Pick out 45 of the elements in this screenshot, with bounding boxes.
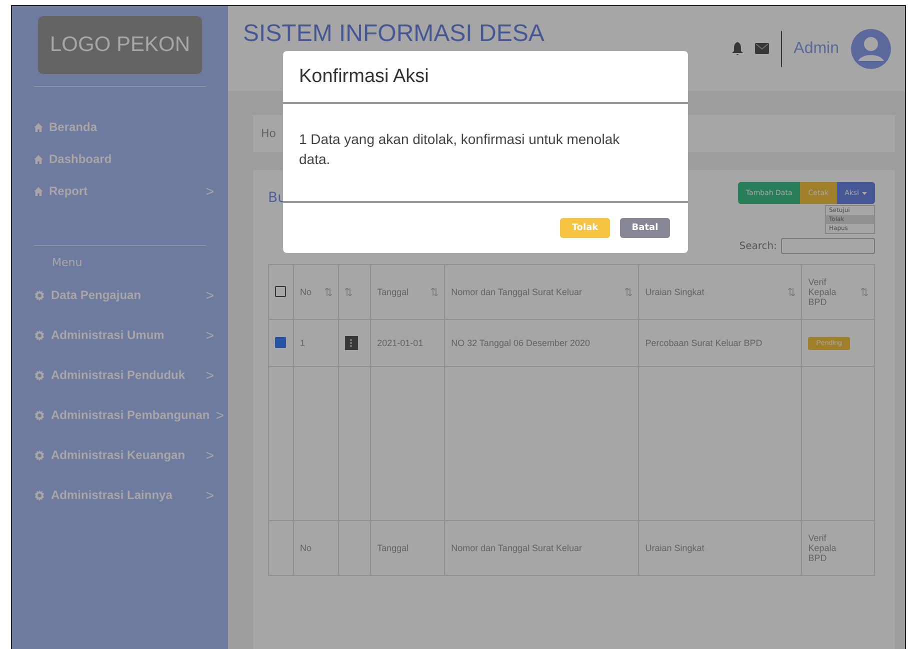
column-header[interactable]: Tanggal [377, 287, 409, 297]
checkbox[interactable] [275, 336, 286, 348]
table-cell: 1 [300, 338, 306, 348]
column-footer: Verif Kepala BPD [808, 533, 842, 563]
home-icon [34, 186, 43, 196]
table-cell: NO 32 Tanggal 06 Desember 2020 [451, 338, 590, 348]
logo: LOGO PEKON [38, 16, 202, 74]
column-header[interactable]: Uraian Singkat [645, 287, 704, 297]
column-footer: Nomor dan Tanggal Surat Keluar [451, 543, 582, 553]
dialog-button[interactable]: Tolak [560, 218, 610, 238]
dialog-title: Konfirmasi Aksi [299, 66, 429, 88]
kebab-icon[interactable] [344, 336, 358, 350]
column-footer: No [300, 543, 312, 553]
sort-icon[interactable] [344, 288, 352, 296]
table-cell: 2021-01-01 [377, 338, 424, 348]
gear-icon [34, 410, 45, 420]
home-icon [34, 122, 43, 132]
user-name[interactable]: Admin [794, 40, 839, 58]
column-footer: Uraian Singkat [645, 543, 704, 553]
mail-icon[interactable] [754, 43, 769, 54]
sort-icon[interactable] [788, 288, 796, 296]
caret-icon [862, 192, 867, 194]
dialog-button[interactable]: Batal [620, 218, 670, 238]
checkbox[interactable] [275, 286, 286, 296]
column-footer: Tanggal [377, 543, 409, 553]
table-cell: Percobaan Surat Keluar BPD [645, 338, 762, 348]
search-field[interactable] [781, 238, 875, 254]
gear-icon [34, 330, 45, 340]
gear-icon [34, 450, 45, 460]
search-label: Search: [739, 240, 777, 252]
app-title: SISTEM INFORMASI DESA [243, 22, 546, 46]
bell-icon[interactable] [732, 42, 743, 55]
gear-icon [34, 370, 45, 380]
home-icon [34, 154, 43, 164]
sort-icon[interactable] [324, 288, 332, 296]
sort-icon[interactable] [625, 288, 632, 296]
sort-icon[interactable] [431, 288, 438, 296]
dialog-message: 1 Data yang akan ditolak, konfirmasi untuk menolak data. [299, 131, 620, 167]
gear-icon [34, 490, 45, 500]
column-header[interactable]: No [300, 287, 312, 297]
column-header[interactable]: Nomor dan Tanggal Surat Keluar [451, 287, 582, 297]
avatar-icon[interactable] [851, 28, 891, 68]
breadcrumb[interactable]: Ho [261, 127, 276, 140]
gear-icon [34, 290, 45, 300]
sort-icon[interactable] [861, 288, 868, 296]
